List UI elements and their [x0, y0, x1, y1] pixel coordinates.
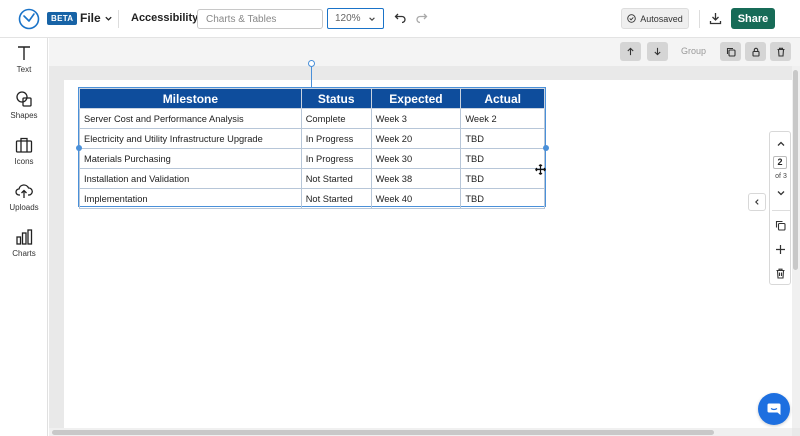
table-row: Electricity and Utility Infrastructure U…	[79, 128, 545, 149]
arrow-down-icon	[654, 47, 661, 56]
file-menu[interactable]: File	[80, 11, 113, 25]
resize-handle-left[interactable]	[76, 145, 82, 151]
table-cell[interactable]: TBD	[460, 168, 545, 189]
check-circle-icon	[627, 14, 636, 23]
table-cell[interactable]: In Progress	[300, 128, 372, 149]
delete-button[interactable]	[770, 42, 791, 61]
trash-icon[interactable]	[775, 268, 786, 279]
chevron-up-icon[interactable]	[776, 139, 786, 149]
table-cell[interactable]: Implementation	[79, 188, 302, 209]
rotation-handle[interactable]	[308, 60, 315, 67]
move-up-button[interactable]	[620, 42, 641, 61]
sidebar-item-label: Shapes	[10, 111, 38, 120]
duplicate-page-icon[interactable]	[775, 220, 786, 231]
element-action-bar: Group	[49, 38, 800, 66]
sidebar-item-label: Icons	[14, 157, 34, 166]
sidebar-item-uploads[interactable]: Uploads	[0, 182, 48, 212]
horizontal-scrollbar-thumb[interactable]	[52, 430, 714, 435]
trash-icon	[777, 47, 784, 57]
divider	[772, 210, 790, 211]
share-button[interactable]: Share	[731, 8, 775, 29]
sidebar-item-text[interactable]: Text	[0, 44, 48, 74]
accessibility-button[interactable]: Accessibility	[131, 12, 198, 24]
table-cell[interactable]: In Progress	[300, 148, 372, 169]
current-page-number[interactable]: 2	[773, 156, 787, 169]
page-navigator: 2 of 3	[769, 131, 791, 285]
copy-icon	[726, 47, 736, 57]
table-header-cell[interactable]: Expected	[370, 88, 462, 109]
page-total: of 3	[775, 173, 787, 180]
table-cell[interactable]: Week 3	[370, 108, 462, 129]
beta-badge: BETA	[47, 12, 78, 25]
chevron-down-icon[interactable]	[776, 188, 786, 198]
table-cell[interactable]: TBD	[460, 128, 545, 149]
table-cell[interactable]: Installation and Validation	[79, 168, 302, 189]
chevron-down-icon	[369, 16, 375, 21]
table-row: Implementation Not Started Week 40 TBD	[79, 188, 545, 209]
redo-icon[interactable]	[416, 12, 428, 24]
collapse-panel-button[interactable]	[748, 193, 766, 211]
left-sidebar: Text Shapes Icons Uploads Charts	[0, 38, 48, 436]
table-cell[interactable]: Not Started	[300, 188, 372, 209]
sidebar-item-shapes[interactable]: Shapes	[0, 90, 48, 120]
duplicate-button[interactable]	[720, 42, 741, 61]
table-cell[interactable]: Week 2	[460, 108, 545, 129]
divider	[118, 10, 119, 28]
resize-handle-right[interactable]	[543, 145, 549, 151]
table-row: Materials Purchasing In Progress Week 30…	[79, 148, 545, 169]
table-cell[interactable]: TBD	[460, 148, 545, 169]
sidebar-item-icons[interactable]: Icons	[0, 136, 48, 166]
zoom-value: 120%	[335, 13, 361, 24]
autosaved-label: Autosaved	[640, 13, 683, 24]
sidebar-item-label: Uploads	[9, 203, 39, 212]
top-bar: BETA File Accessibility 120% Autosaved S…	[0, 0, 800, 38]
vertical-scrollbar-thumb[interactable]	[793, 70, 798, 270]
briefcase-icon	[15, 137, 33, 153]
undo-icon[interactable]	[394, 12, 406, 24]
sidebar-item-label: Charts	[12, 249, 36, 258]
cloud-upload-icon	[15, 184, 33, 198]
table-cell[interactable]: Week 38	[370, 168, 462, 189]
table-cell[interactable]: Server Cost and Performance Analysis	[79, 108, 302, 129]
table-row: Server Cost and Performance Analysis Com…	[79, 108, 545, 129]
divider	[699, 10, 700, 28]
lock-icon	[751, 47, 760, 57]
lock-button[interactable]	[745, 42, 766, 61]
chevron-left-icon	[755, 199, 759, 205]
table-cell[interactable]: Week 30	[370, 148, 462, 169]
text-icon	[18, 46, 30, 60]
table-cell[interactable]: Week 40	[370, 188, 462, 209]
zoom-select[interactable]: 120%	[327, 8, 384, 29]
search-input[interactable]	[197, 9, 323, 29]
add-page-icon[interactable]	[775, 244, 786, 255]
shapes-icon	[16, 91, 32, 107]
milestone-table[interactable]: Milestone Status Expected Actual Server …	[79, 88, 545, 209]
chevron-down-icon	[105, 16, 112, 21]
table-cell[interactable]: Week 20	[370, 128, 462, 149]
move-cursor-icon	[535, 164, 546, 175]
table-header-cell[interactable]: Actual	[460, 88, 545, 109]
table-header-cell[interactable]: Milestone	[79, 88, 302, 109]
move-down-button[interactable]	[647, 42, 668, 61]
group-button[interactable]: Group	[681, 46, 706, 56]
app-logo-icon[interactable]	[18, 8, 40, 30]
table-header-cell[interactable]: Status	[300, 88, 372, 109]
chat-bubble-icon	[767, 403, 781, 415]
file-menu-label: File	[80, 11, 101, 25]
bar-chart-icon	[16, 229, 33, 245]
table-row: Installation and Validation Not Started …	[79, 168, 545, 189]
table-header-row: Milestone Status Expected Actual	[79, 88, 545, 109]
table-cell[interactable]: TBD	[460, 188, 545, 209]
table-cell[interactable]: Complete	[300, 108, 372, 129]
autosaved-status: Autosaved	[621, 8, 689, 29]
table-cell[interactable]: Electricity and Utility Infrastructure U…	[79, 128, 302, 149]
arrow-up-icon	[627, 47, 634, 56]
sidebar-item-charts[interactable]: Charts	[0, 228, 48, 258]
table-cell[interactable]: Materials Purchasing	[79, 148, 302, 169]
support-chat-button[interactable]	[758, 393, 790, 425]
download-icon[interactable]	[709, 12, 722, 25]
sidebar-item-label: Text	[16, 65, 32, 74]
table-cell[interactable]: Not Started	[300, 168, 372, 189]
